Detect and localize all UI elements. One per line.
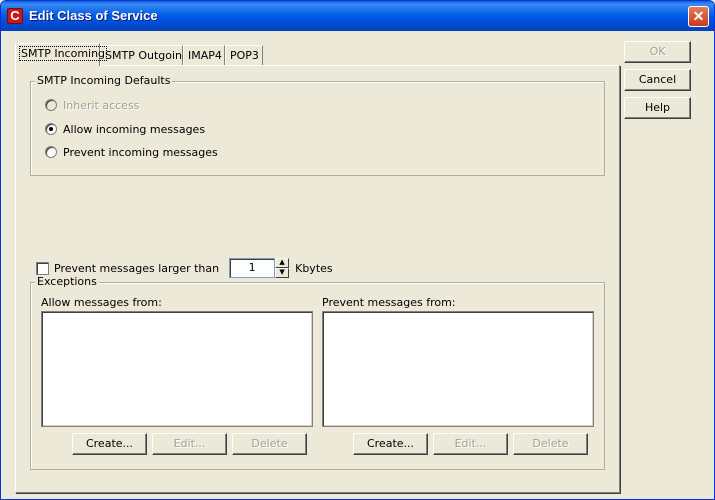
smtp-incoming-defaults-group: SMTP Incoming Defaults Inherit access Al…: [30, 74, 605, 176]
size-unit-label: Kbytes: [295, 261, 333, 275]
spin-up-icon[interactable]: ▲: [275, 258, 290, 268]
prevent-list[interactable]: [322, 311, 594, 427]
window-title: Edit Class of Service: [29, 8, 158, 23]
radio-button: [45, 99, 57, 111]
prevent-incoming-option[interactable]: Prevent incoming messages: [45, 144, 218, 160]
tab-label: IMAP4: [188, 49, 222, 62]
radio-button[interactable]: [45, 146, 57, 158]
radio-button[interactable]: [45, 123, 57, 135]
size-limit-label: Prevent messages larger than: [54, 261, 220, 275]
group-legend: Exceptions: [35, 275, 99, 288]
allow-delete-button[interactable]: Delete: [232, 433, 307, 455]
prevent-list-label: Prevent messages from:: [322, 296, 456, 309]
prevent-create-button[interactable]: Create...: [353, 433, 428, 455]
ok-button[interactable]: OK: [624, 41, 691, 63]
size-limit-input[interactable]: 1: [229, 258, 276, 278]
size-limit-spinner: ▲ ▼: [275, 258, 290, 278]
group-legend: SMTP Incoming Defaults: [35, 74, 173, 87]
allow-incoming-option[interactable]: Allow incoming messages: [45, 121, 205, 137]
radio-label: Inherit access: [63, 98, 140, 112]
smtp-incoming-panel: SMTP Incoming Defaults Inherit access Al…: [15, 65, 620, 493]
edit-class-of-service-dialog: C Edit Class of Service ✕ SMTP Incoming …: [0, 0, 715, 500]
prevent-delete-button[interactable]: Delete: [513, 433, 588, 455]
radio-label: Allow incoming messages: [63, 122, 206, 136]
help-button[interactable]: Help: [624, 97, 691, 119]
tab-label: SMTP Incoming: [18, 46, 108, 61]
dialog-content: SMTP Incoming SMTP Outgoing IMAP4 POP3 S…: [1, 31, 714, 499]
radio-label: Prevent incoming messages: [63, 145, 218, 159]
tab-smtp-incoming[interactable]: SMTP Incoming: [15, 43, 108, 66]
prevent-edit-button[interactable]: Edit...: [433, 433, 508, 455]
spin-down-icon[interactable]: ▼: [275, 268, 290, 278]
tab-pop3[interactable]: POP3: [225, 45, 263, 65]
title-bar[interactable]: C Edit Class of Service ✕: [1, 1, 714, 31]
cancel-button[interactable]: Cancel: [624, 69, 691, 91]
allow-list[interactable]: [41, 311, 313, 427]
close-button[interactable]: ✕: [688, 6, 709, 27]
size-limit-checkbox[interactable]: [36, 261, 49, 275]
inherit-access-option: Inherit access: [45, 97, 139, 113]
exceptions-group: Exceptions Allow messages from: Create..…: [30, 275, 605, 470]
allow-list-label: Allow messages from:: [41, 296, 162, 309]
tab-imap4[interactable]: IMAP4: [183, 45, 225, 65]
close-icon: ✕: [692, 8, 705, 24]
allow-edit-button[interactable]: Edit...: [152, 433, 227, 455]
tab-label: SMTP Outgoing: [105, 49, 189, 62]
app-icon: C: [7, 8, 23, 24]
tab-smtp-outgoing[interactable]: SMTP Outgoing: [100, 45, 189, 65]
tab-label: POP3: [230, 49, 259, 62]
allow-create-button[interactable]: Create...: [72, 433, 147, 455]
